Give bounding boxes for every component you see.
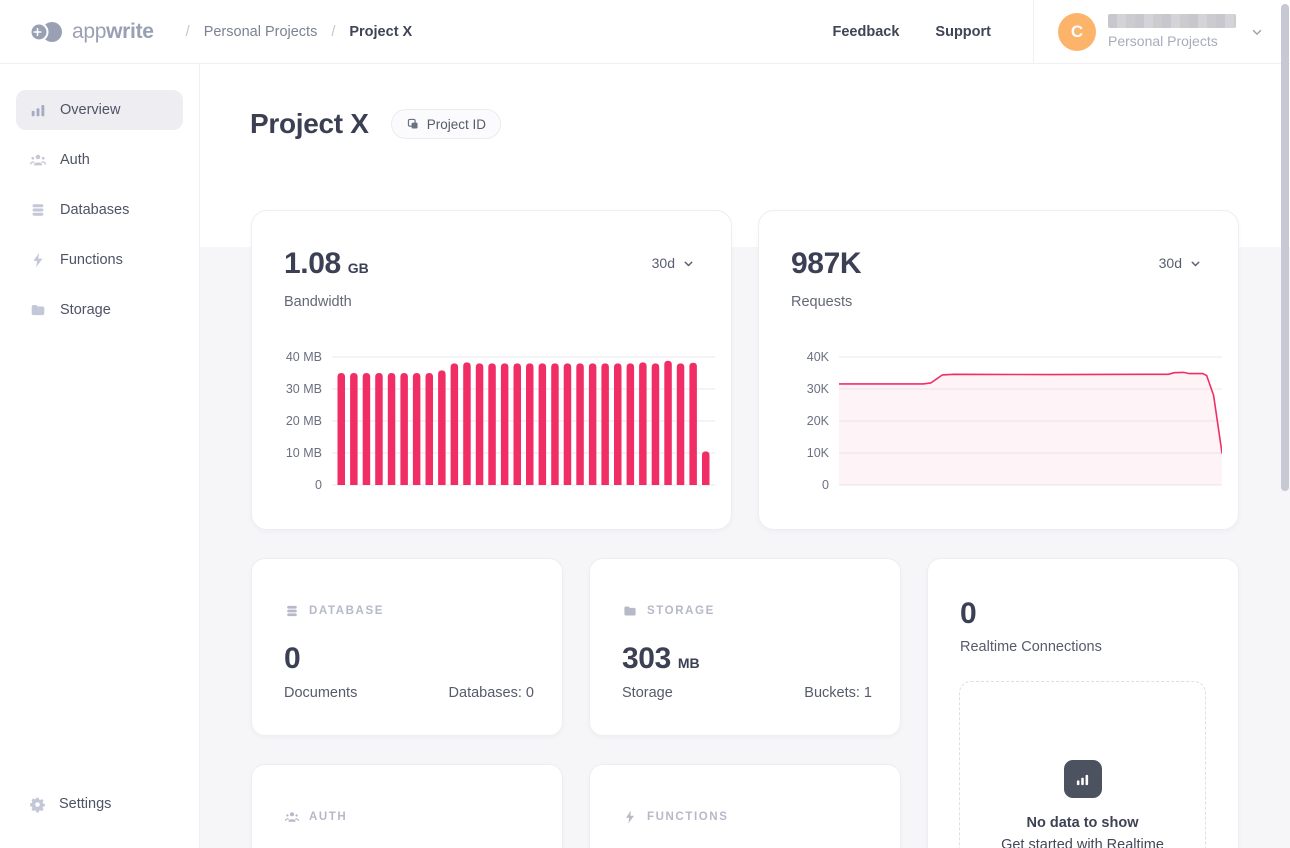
- realtime-card: 0 Realtime Connections No data to show G…: [927, 558, 1239, 848]
- account-name-redacted: [1108, 14, 1236, 28]
- breadcrumb-parent[interactable]: Personal Projects: [204, 24, 318, 40]
- database-card: DATABASE 0 Documents Databases: 0: [251, 558, 563, 736]
- range-value: 30d: [652, 255, 675, 271]
- sidebar-item-label: Overview: [60, 102, 120, 118]
- realtime-empty-state: No data to show Get started with Realtim…: [959, 681, 1206, 848]
- storage-card: STORAGE 303 MB Storage Buckets: 1: [589, 558, 901, 736]
- get-started-realtime-link[interactable]: Get started with Realtime: [1001, 837, 1164, 848]
- chevron-down-icon: [1250, 25, 1264, 39]
- appwrite-logo[interactable]: appwrite: [28, 19, 154, 45]
- gear-icon: [29, 796, 46, 813]
- breadcrumb: / Personal Projects / Project X: [186, 24, 413, 40]
- databases-count-label: Databases: 0: [449, 685, 534, 701]
- feedback-link[interactable]: Feedback: [833, 24, 900, 40]
- bandwidth-range-select[interactable]: 30d: [652, 255, 695, 271]
- sidebar-item-label: Storage: [60, 302, 111, 318]
- copy-icon: [406, 117, 420, 131]
- requests-chart: 010K20K30K40K: [787, 349, 1222, 499]
- appwrite-wordmark: appwrite: [72, 20, 154, 44]
- sidebar-item-label: Functions: [60, 252, 123, 268]
- sidebar-item-label: Databases: [60, 202, 129, 218]
- page-title: Project X: [250, 108, 369, 140]
- bandwidth-chart-plot: [332, 349, 715, 499]
- database-icon: [284, 603, 300, 619]
- account-info: Personal Projects: [1108, 14, 1236, 49]
- y-axis-labels: 010K20K30K40K: [787, 349, 829, 499]
- bandwidth-unit: GB: [348, 260, 369, 276]
- users-icon: [284, 809, 300, 825]
- sidebar-item-overview[interactable]: Overview: [16, 90, 183, 130]
- requests-range-select[interactable]: 30d: [1159, 255, 1202, 271]
- lightning-icon: [29, 251, 47, 269]
- database-icon: [29, 201, 47, 219]
- requests-label: Requests: [791, 294, 852, 310]
- folder-icon: [622, 603, 638, 619]
- project-id-badge-label: Project ID: [427, 117, 486, 132]
- sidebar: Overview Auth Databases Functions Storag…: [0, 64, 200, 848]
- appwrite-logo-icon: [28, 19, 64, 45]
- functions-card-header: FUNCTIONS: [647, 811, 728, 823]
- bar-chart-icon: [29, 101, 47, 119]
- sidebar-item-auth[interactable]: Auth: [16, 140, 183, 180]
- bandwidth-label: Bandwidth: [284, 294, 352, 310]
- support-link[interactable]: Support: [935, 24, 991, 40]
- avatar: C: [1058, 13, 1096, 51]
- breadcrumb-separator: /: [331, 24, 335, 40]
- bandwidth-value: 1.08: [284, 247, 341, 281]
- requests-chart-plot: [839, 349, 1222, 499]
- buckets-count-label: Buckets: 1: [804, 685, 872, 701]
- lightning-icon: [622, 809, 638, 825]
- empty-chart-icon: [1064, 760, 1102, 798]
- sidebar-item-databases[interactable]: Databases: [16, 190, 183, 230]
- range-value: 30d: [1159, 255, 1182, 271]
- auth-card-header: AUTH: [309, 811, 347, 823]
- users-icon: [29, 151, 47, 169]
- storage-unit: MB: [678, 655, 700, 671]
- functions-card: FUNCTIONS: [589, 764, 901, 848]
- sidebar-item-label: Auth: [60, 152, 90, 168]
- realtime-connections-label: Realtime Connections: [960, 639, 1102, 655]
- realtime-connections-count: 0: [960, 597, 976, 630]
- sidebar-item-settings[interactable]: Settings: [16, 784, 183, 824]
- y-axis-labels: 010 MB20 MB30 MB40 MB: [280, 349, 322, 499]
- requests-card: 987K Requests 30d 010K20K30K40K: [758, 210, 1239, 530]
- sidebar-item-storage[interactable]: Storage: [16, 290, 183, 330]
- breadcrumb-separator: /: [186, 24, 190, 40]
- auth-card: AUTH: [251, 764, 563, 848]
- appwrite-console: appwrite / Personal Projects / Project X…: [0, 0, 1290, 848]
- no-data-text: No data to show: [1027, 815, 1139, 831]
- top-header: appwrite / Personal Projects / Project X…: [0, 0, 1290, 64]
- sidebar-item-label: Settings: [59, 796, 111, 812]
- account-org-label: Personal Projects: [1108, 33, 1236, 49]
- vertical-scrollbar[interactable]: [1281, 4, 1289, 491]
- folder-icon: [29, 301, 47, 319]
- requests-value: 987K: [791, 247, 861, 281]
- documents-label: Documents: [284, 685, 357, 701]
- storage-card-header: STORAGE: [647, 605, 715, 617]
- storage-label: Storage: [622, 685, 673, 701]
- documents-count: 0: [284, 642, 300, 676]
- sidebar-item-functions[interactable]: Functions: [16, 240, 183, 280]
- chevron-down-icon: [682, 257, 695, 270]
- breadcrumb-current: Project X: [349, 24, 412, 40]
- main-content: Project X Project ID 1.08 GB Bandwidth 3…: [200, 64, 1290, 848]
- chevron-down-icon: [1189, 257, 1202, 270]
- project-id-badge[interactable]: Project ID: [391, 109, 501, 139]
- bandwidth-card: 1.08 GB Bandwidth 30d 010 MB20 MB30 MB40…: [251, 210, 732, 530]
- storage-value: 303: [622, 642, 671, 676]
- database-card-header: DATABASE: [309, 605, 384, 617]
- bandwidth-chart: 010 MB20 MB30 MB40 MB: [280, 349, 715, 499]
- account-menu-button[interactable]: C Personal Projects: [1034, 0, 1290, 64]
